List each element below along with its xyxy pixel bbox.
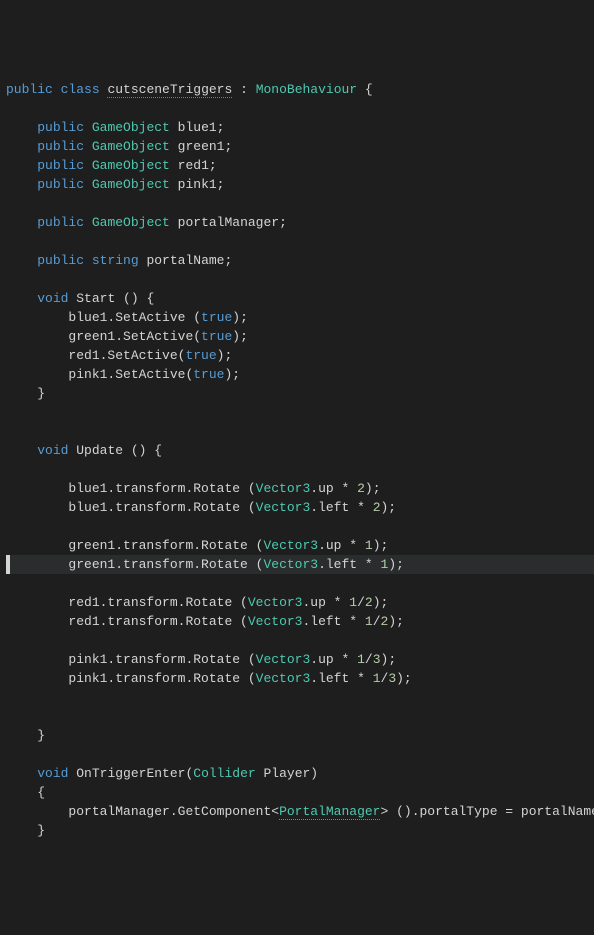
gutter-marker-icon xyxy=(6,555,10,574)
code-line[interactable]: green1.transform.Rotate (Vector3.up * 1)… xyxy=(6,536,594,555)
code-line[interactable]: public class cutsceneTriggers : MonoBeha… xyxy=(6,80,594,99)
code-line[interactable] xyxy=(6,517,594,536)
code-line[interactable]: } xyxy=(6,384,594,403)
code-line[interactable]: public GameObject red1; xyxy=(6,156,594,175)
code-line[interactable] xyxy=(6,232,594,251)
class-name: cutsceneTriggers xyxy=(107,82,232,98)
code-line[interactable]: portalManager.GetComponent<PortalManager… xyxy=(6,802,594,821)
code-line[interactable]: blue1.transform.Rotate (Vector3.left * 2… xyxy=(6,498,594,517)
unresolved-type-underline: PortalManager xyxy=(279,804,380,820)
code-line[interactable] xyxy=(6,574,594,593)
spellcheck-underline: cutsceneTriggers xyxy=(107,82,232,98)
code-line[interactable]: pink1.SetActive(true); xyxy=(6,365,594,384)
code-line[interactable] xyxy=(6,194,594,213)
code-line[interactable]: public GameObject blue1; xyxy=(6,118,594,137)
code-line[interactable]: public string portalName; xyxy=(6,251,594,270)
code-line[interactable]: blue1.transform.Rotate (Vector3.up * 2); xyxy=(6,479,594,498)
keyword-public: public xyxy=(6,82,53,97)
code-line[interactable]: pink1.transform.Rotate (Vector3.left * 1… xyxy=(6,669,594,688)
code-line[interactable] xyxy=(6,707,594,726)
code-line[interactable] xyxy=(6,270,594,289)
code-line[interactable] xyxy=(6,631,594,650)
code-line[interactable]: green1.SetActive(true); xyxy=(6,327,594,346)
code-line[interactable] xyxy=(6,460,594,479)
code-line[interactable]: public GameObject green1; xyxy=(6,137,594,156)
code-line[interactable]: public GameObject pink1; xyxy=(6,175,594,194)
code-line[interactable]: blue1.SetActive (true); xyxy=(6,308,594,327)
code-line[interactable] xyxy=(6,422,594,441)
code-line[interactable] xyxy=(6,745,594,764)
code-line[interactable]: red1.SetActive(true); xyxy=(6,346,594,365)
code-line-highlighted[interactable]: green1.transform.Rotate (Vector3.left * … xyxy=(6,555,594,574)
code-line[interactable]: void Start () { xyxy=(6,289,594,308)
keyword-class: class xyxy=(61,82,100,97)
code-line[interactable]: public GameObject portalManager; xyxy=(6,213,594,232)
code-line[interactable]: void OnTriggerEnter(Collider Player) xyxy=(6,764,594,783)
code-editor[interactable]: public class cutsceneTriggers : MonoBeha… xyxy=(6,80,594,840)
code-line[interactable] xyxy=(6,99,594,118)
base-class: MonoBehaviour xyxy=(256,82,357,97)
code-line[interactable]: void Update () { xyxy=(6,441,594,460)
code-line[interactable]: pink1.transform.Rotate (Vector3.up * 1/3… xyxy=(6,650,594,669)
code-line[interactable]: red1.transform.Rotate (Vector3.up * 1/2)… xyxy=(6,593,594,612)
code-line[interactable] xyxy=(6,688,594,707)
code-line[interactable]: } xyxy=(6,821,594,840)
code-line[interactable]: { xyxy=(6,783,594,802)
code-line[interactable]: } xyxy=(6,726,594,745)
code-line[interactable] xyxy=(6,403,594,422)
code-line[interactable]: red1.transform.Rotate (Vector3.left * 1/… xyxy=(6,612,594,631)
